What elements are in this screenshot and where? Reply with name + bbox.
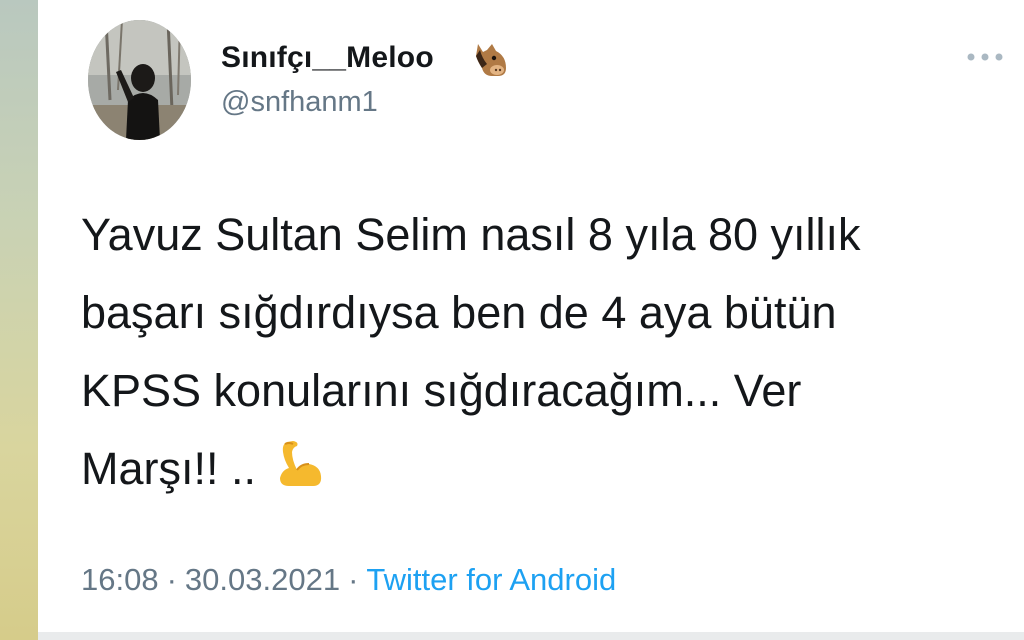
meta-separator: ·: [166, 562, 177, 597]
tweet-source-link[interactable]: Twitter for Android: [366, 562, 616, 598]
meta-separator: ·: [348, 562, 359, 597]
more-options-icon[interactable]: [963, 48, 1007, 66]
background-edge: [0, 0, 38, 640]
flexed-biceps-icon: [279, 441, 321, 486]
avatar-photo: [88, 20, 191, 140]
tweet-text-line-last: Marşı!! ..: [81, 430, 981, 508]
tweet-card: Sınıfçı__Meloo @snfhanm1 Yavuz Sultan Se…: [38, 0, 1024, 640]
tweet-time[interactable]: 16:08: [81, 562, 159, 598]
horse-face-icon: [476, 44, 506, 76]
tweet-text: Yavuz Sultan Selim nasıl 8 yıla 80 yıllı…: [81, 196, 981, 508]
tweet-text-line: başarı sığdırdıysa ben de 4 aya bütün: [81, 287, 837, 338]
tweet-date[interactable]: 30.03.2021: [185, 562, 340, 598]
tweet-meta: 16:08 · 30.03.2021 · Twitter for Android: [81, 562, 616, 598]
tweet-text-line: Yavuz Sultan Selim nasıl 8 yıla 80 yıllı…: [81, 209, 861, 260]
tweet-text-line: KPSS konularını sığdıracağım... Ver: [81, 365, 802, 416]
screenshot-frame: Sınıfçı__Meloo @snfhanm1 Yavuz Sultan Se…: [0, 0, 1024, 640]
avatar[interactable]: [88, 20, 191, 140]
display-name[interactable]: Sınıfçı__Meloo: [221, 41, 434, 75]
user-handle[interactable]: @snfhanm1: [221, 86, 378, 119]
tweet-text-line: Marşı!! ..: [81, 443, 257, 494]
bottom-divider: [38, 632, 1024, 640]
